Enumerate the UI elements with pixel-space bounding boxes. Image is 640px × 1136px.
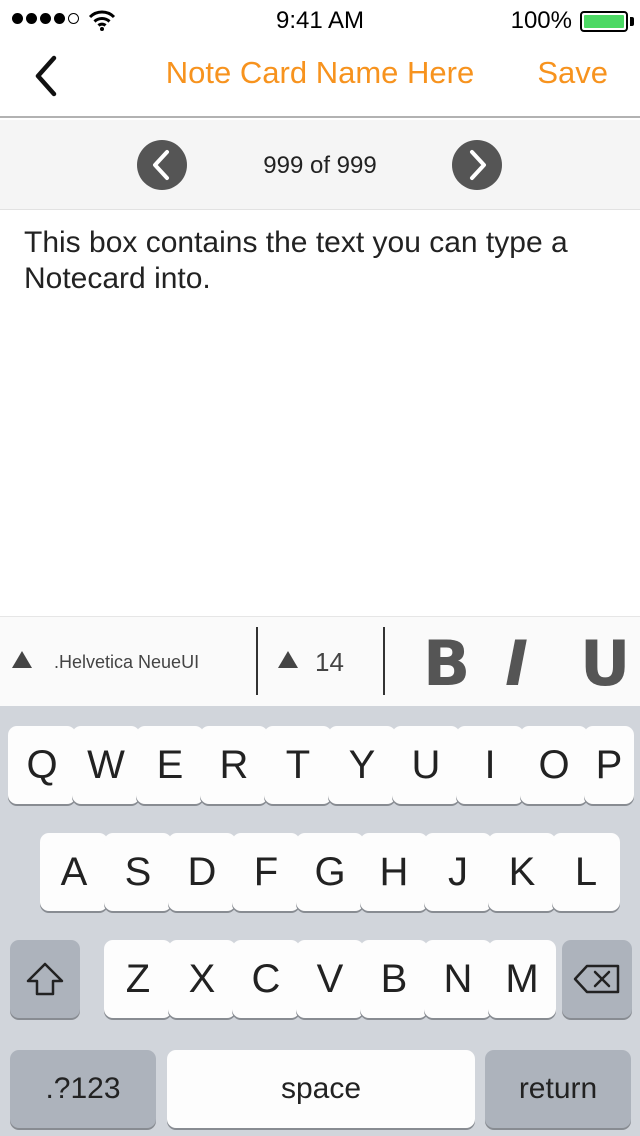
key-z[interactable]: Z <box>104 940 172 1018</box>
key-e[interactable]: E <box>136 726 204 804</box>
key-b[interactable]: B <box>360 940 428 1018</box>
toolbar-divider <box>256 627 258 695</box>
numbers-key[interactable]: .?123 <box>10 1050 156 1128</box>
key-w[interactable]: W <box>72 726 140 804</box>
font-name-label[interactable]: .Helvetica NeueUI <box>54 652 199 673</box>
key-g[interactable]: G <box>296 833 364 911</box>
key-j[interactable]: J <box>424 833 492 911</box>
keyboard: Q W E R T Y U I O P A S D F G H J K L Z … <box>0 706 640 1136</box>
card-pager: 999 of 999 <box>0 120 640 210</box>
bold-button[interactable]: B <box>423 627 470 700</box>
toolbar-divider <box>383 627 385 695</box>
shift-key[interactable] <box>10 940 80 1018</box>
key-x[interactable]: X <box>168 940 236 1018</box>
format-toolbar: .Helvetica NeueUI 14 B I U <box>0 616 640 706</box>
underline-button[interactable]: U <box>580 627 630 700</box>
battery-percentage: 100% <box>510 7 572 34</box>
key-f[interactable]: F <box>232 833 300 911</box>
key-m[interactable]: M <box>488 940 556 1018</box>
key-s[interactable]: S <box>104 833 172 911</box>
key-d[interactable]: D <box>168 833 236 911</box>
chevron-right-icon <box>470 150 486 180</box>
key-k[interactable]: K <box>488 833 556 911</box>
key-a[interactable]: A <box>40 833 108 911</box>
shift-arrow-icon <box>26 962 64 996</box>
key-q[interactable]: Q <box>8 726 76 804</box>
delete-key[interactable] <box>562 940 632 1018</box>
navigation-bar: Note Card Name Here Save <box>0 40 640 118</box>
next-card-button[interactable] <box>452 140 502 190</box>
key-l[interactable]: L <box>552 833 620 911</box>
backspace-icon <box>573 964 620 994</box>
battery-fill <box>584 15 624 28</box>
return-key[interactable]: return <box>485 1050 631 1128</box>
key-p[interactable]: P <box>584 726 634 804</box>
save-button[interactable]: Save <box>537 55 608 91</box>
battery-icon <box>580 11 628 32</box>
font-picker-up-arrow-icon[interactable] <box>12 651 32 668</box>
notecard-text-editor[interactable]: This box contains the text you can type … <box>0 211 640 616</box>
key-t[interactable]: T <box>264 726 332 804</box>
key-y[interactable]: Y <box>328 726 396 804</box>
key-c[interactable]: C <box>232 940 300 1018</box>
font-size-label[interactable]: 14 <box>315 647 344 678</box>
key-o[interactable]: O <box>520 726 588 804</box>
space-key[interactable]: space <box>167 1050 475 1128</box>
status-bar: 9:41 AM 100% <box>0 0 640 40</box>
key-u[interactable]: U <box>392 726 460 804</box>
page-counter: 999 of 999 <box>263 152 377 179</box>
font-size-up-arrow-icon[interactable] <box>278 651 298 668</box>
key-h[interactable]: H <box>360 833 428 911</box>
key-i[interactable]: I <box>456 726 524 804</box>
key-v[interactable]: V <box>296 940 364 1018</box>
battery-tip <box>630 17 634 26</box>
key-n[interactable]: N <box>424 940 492 1018</box>
italic-button[interactable]: I <box>505 627 528 700</box>
key-r[interactable]: R <box>200 726 268 804</box>
